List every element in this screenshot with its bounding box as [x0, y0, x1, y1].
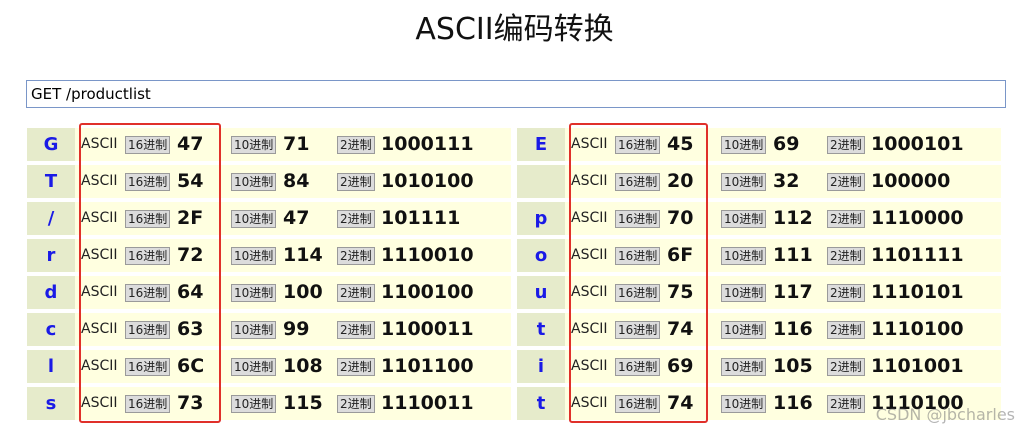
dec-value: 108: [283, 355, 323, 377]
dec-value: 32: [773, 170, 800, 192]
char-cell: o: [517, 239, 565, 272]
bin-value: 1100011: [381, 318, 474, 340]
dec-value: 115: [283, 392, 323, 414]
dec-tag: 10进制: [231, 210, 277, 228]
dec-tag: 10进制: [231, 173, 277, 191]
bin-tag: 2进制: [337, 358, 375, 376]
dec-value: 100: [283, 281, 323, 303]
dec-value: 47: [283, 207, 310, 229]
dec-tag: 10进制: [721, 321, 767, 339]
bin-value: 1101111: [871, 244, 964, 266]
bin-tag: 2进制: [827, 321, 865, 339]
dec-tag: 10进制: [231, 247, 277, 265]
dec-value: 99: [283, 318, 310, 340]
dec-tag: 10进制: [231, 284, 277, 302]
char-cell: i: [517, 350, 565, 383]
page-title: ASCII编码转换: [415, 12, 614, 47]
dec-tag: 10进制: [231, 136, 277, 154]
dec-tag: 10进制: [721, 358, 767, 376]
char-cell: d: [27, 276, 75, 309]
bin-value: 1000101: [871, 133, 964, 155]
highlight-box-left: [79, 123, 221, 423]
char-cell: E: [517, 128, 565, 161]
bin-value: 100000: [871, 170, 951, 192]
dec-value: 117: [773, 281, 813, 303]
highlight-box-right: [569, 123, 708, 423]
char-cell: u: [517, 276, 565, 309]
dec-tag: 10进制: [721, 173, 767, 191]
dec-tag: 10进制: [231, 395, 277, 413]
dec-tag: 10进制: [231, 321, 277, 339]
bin-value: 1110011: [381, 392, 474, 414]
bin-value: 1101001: [871, 355, 964, 377]
dec-tag: 10进制: [721, 395, 767, 413]
text-input[interactable]: [26, 80, 1006, 108]
bin-tag: 2进制: [827, 210, 865, 228]
bin-tag: 2进制: [337, 210, 375, 228]
bin-value: 1010100: [381, 170, 474, 192]
bin-value: 1100100: [381, 281, 474, 303]
dec-tag: 10进制: [721, 136, 767, 154]
char-cell: t: [517, 313, 565, 346]
dec-value: 114: [283, 244, 323, 266]
bin-value: 1110010: [381, 244, 474, 266]
dec-value: 111: [773, 244, 813, 266]
bin-tag: 2进制: [337, 395, 375, 413]
char-cell: [517, 165, 565, 198]
bin-tag: 2进制: [827, 358, 865, 376]
dec-tag: 10进制: [721, 210, 767, 228]
bin-value: 1110000: [871, 207, 964, 229]
bin-value: 1110100: [871, 318, 964, 340]
char-cell: c: [27, 313, 75, 346]
bin-value: 1110101: [871, 281, 964, 303]
page: ASCII编码转换 GASCII16进制4710进制712进制1000111TA…: [0, 0, 1029, 432]
bin-value: 101111: [381, 207, 461, 229]
char-cell: r: [27, 239, 75, 272]
dec-value: 84: [283, 170, 310, 192]
dec-value: 69: [773, 133, 800, 155]
char-cell: G: [27, 128, 75, 161]
bin-tag: 2进制: [827, 395, 865, 413]
bin-tag: 2进制: [827, 136, 865, 154]
dec-tag: 10进制: [231, 358, 277, 376]
char-cell: l: [27, 350, 75, 383]
watermark: CSDN @jbcharles: [875, 405, 1015, 424]
dec-value: 116: [773, 392, 813, 414]
dec-value: 112: [773, 207, 813, 229]
dec-tag: 10进制: [721, 247, 767, 265]
bin-tag: 2进制: [337, 321, 375, 339]
bin-value: 1101100: [381, 355, 474, 377]
bin-tag: 2进制: [827, 173, 865, 191]
dec-value: 105: [773, 355, 813, 377]
bin-tag: 2进制: [337, 173, 375, 191]
bin-tag: 2进制: [827, 247, 865, 265]
char-cell: p: [517, 202, 565, 235]
dec-value: 71: [283, 133, 310, 155]
bin-tag: 2进制: [827, 284, 865, 302]
dec-tag: 10进制: [721, 284, 767, 302]
char-cell: /: [27, 202, 75, 235]
bin-tag: 2进制: [337, 284, 375, 302]
bin-tag: 2进制: [337, 136, 375, 154]
bin-tag: 2进制: [337, 247, 375, 265]
bin-value: 1000111: [381, 133, 474, 155]
dec-value: 116: [773, 318, 813, 340]
char-cell: T: [27, 165, 75, 198]
char-cell: s: [27, 387, 75, 420]
char-cell: t: [517, 387, 565, 420]
